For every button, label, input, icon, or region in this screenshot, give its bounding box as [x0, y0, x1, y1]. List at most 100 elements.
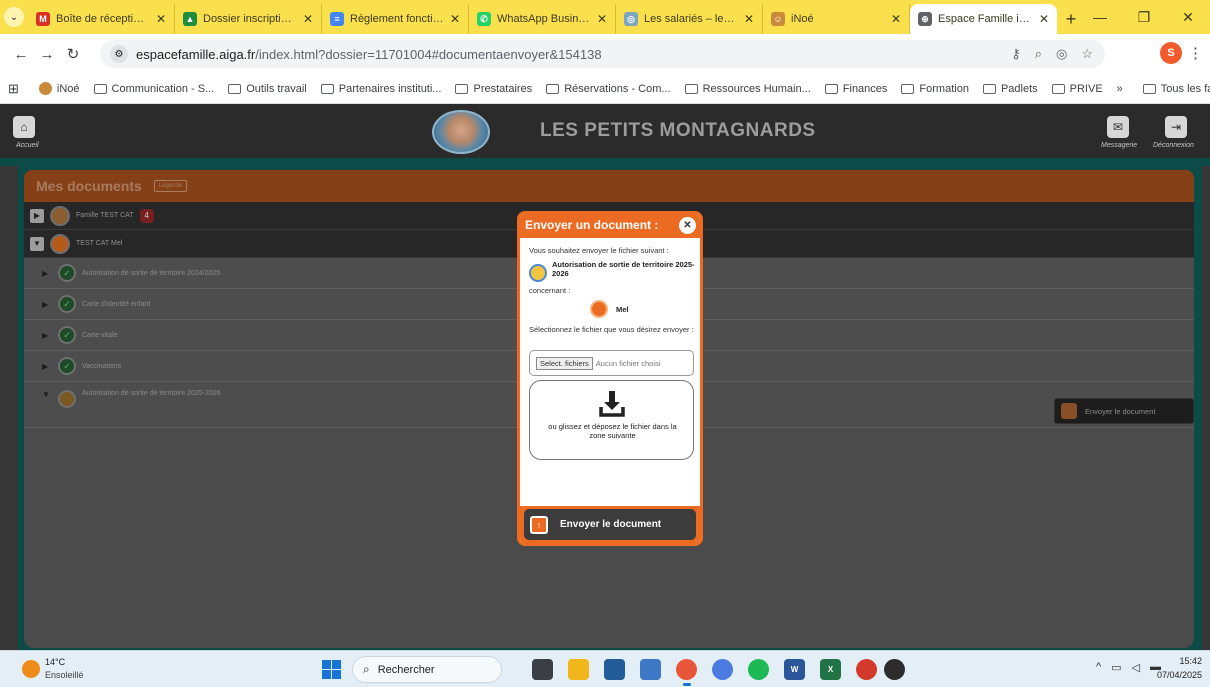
- bookmark-item[interactable]: PRIVE: [1051, 82, 1103, 95]
- close-window-button[interactable]: ✕: [1166, 0, 1210, 34]
- close-icon[interactable]: ✕: [156, 12, 166, 26]
- copilot-icon[interactable]: [712, 659, 733, 680]
- address-bar[interactable]: ⚙ espacefamille.aiga.fr/index.html?dossi…: [100, 40, 1105, 68]
- forward-button[interactable]: →: [34, 41, 60, 67]
- browser-tab[interactable]: ▲ Dossier inscription 20 ✕: [175, 4, 322, 34]
- bookmark-item[interactable]: Réservations - Com...: [546, 82, 671, 95]
- clock-time[interactable]: 15:42: [1150, 656, 1202, 666]
- tab-search-button[interactable]: ⌄: [0, 0, 28, 34]
- clock-date[interactable]: 07/04/2025: [1150, 670, 1202, 680]
- calculator-icon[interactable]: [640, 659, 661, 680]
- all-bookmarks-button[interactable]: Tous les favoris: [1142, 83, 1210, 95]
- tab-label: Dossier inscription 20: [203, 13, 297, 25]
- whatsapp-icon: ✆: [477, 12, 491, 26]
- restore-button[interactable]: ❐: [1122, 0, 1166, 34]
- reload-button[interactable]: ↻: [60, 41, 86, 67]
- taskbar-search[interactable]: ⌕ Rechercher: [352, 656, 502, 683]
- messaging-button[interactable]: ✉: [1107, 116, 1129, 138]
- key-icon[interactable]: ⚷: [1011, 46, 1021, 62]
- start-button[interactable]: [322, 660, 341, 679]
- sun-icon[interactable]: [22, 660, 40, 678]
- legend-button[interactable]: Légende: [153, 180, 188, 192]
- bookmark-star-icon[interactable]: ☆: [1081, 46, 1093, 62]
- store-icon[interactable]: [604, 659, 625, 680]
- chrome-icon[interactable]: [676, 659, 697, 680]
- bookmark-label: PRIVE: [1069, 82, 1103, 95]
- volume-icon[interactable]: ◁: [1132, 661, 1140, 674]
- drop-zone[interactable]: ou glissez et déposez le fichier dans la…: [529, 380, 694, 460]
- bookmark-item[interactable]: Outils travail: [228, 82, 307, 95]
- browser-tab[interactable]: ⊕ Espace Famille iNoe ✕: [910, 4, 1057, 34]
- document-label: Autorisation de sortie de territoire 202…: [82, 269, 221, 277]
- apps-grid-icon[interactable]: ⊞: [8, 81, 19, 97]
- minimize-button[interactable]: —: [1078, 0, 1122, 34]
- select-files-button[interactable]: Select. fichiers: [536, 356, 593, 370]
- expand-icon[interactable]: ▶: [30, 208, 44, 223]
- browser-tab[interactable]: ◎ Les salariés – lespetit ✕: [616, 4, 763, 34]
- document-folder-icon: [529, 264, 547, 282]
- back-button[interactable]: ←: [8, 41, 34, 67]
- excel-icon[interactable]: X: [820, 659, 841, 680]
- globe-icon: ⊕: [918, 12, 932, 26]
- folder-icon: [455, 83, 469, 94]
- search-placeholder: Rechercher: [377, 663, 435, 676]
- site-info-icon[interactable]: ⚙: [110, 45, 128, 63]
- expand-triangle-icon[interactable]: ▶: [42, 362, 52, 371]
- close-icon[interactable]: ✕: [303, 12, 313, 26]
- task-view-icon[interactable]: [532, 659, 553, 680]
- close-icon[interactable]: ✕: [891, 12, 901, 26]
- app-logo: [432, 110, 490, 154]
- close-icon[interactable]: ✕: [450, 12, 460, 26]
- bookmark-item[interactable]: Communication - S...: [93, 82, 214, 95]
- close-icon[interactable]: ✕: [597, 12, 607, 26]
- tab-label: iNoé: [791, 13, 814, 25]
- group-label: TEST CAT Mel: [76, 240, 123, 247]
- bookmark-item[interactable]: Prestataires: [455, 82, 532, 95]
- bookmark-item[interactable]: Formation: [901, 82, 969, 95]
- chevron-up-icon[interactable]: ^: [1096, 661, 1101, 674]
- send-document-button[interactable]: ↑ Envoyer le document: [524, 509, 696, 540]
- file-explorer-icon[interactable]: [568, 659, 589, 680]
- browser-tab[interactable]: ✆ WhatsApp Business ✕: [469, 4, 616, 34]
- browser-tab[interactable]: M Boîte de réception (2 ✕: [28, 4, 175, 34]
- bookmark-item[interactable]: Padlets: [982, 82, 1038, 95]
- child-avatar: [590, 300, 608, 318]
- modal-header: Envoyer un document : ✕: [520, 214, 700, 238]
- close-icon[interactable]: ✕: [744, 12, 754, 26]
- logout-button[interactable]: ⇥: [1165, 116, 1187, 138]
- folder-icon: [901, 83, 915, 94]
- expand-triangle-icon[interactable]: ▶: [42, 331, 52, 340]
- network-icon[interactable]: ▭: [1111, 661, 1121, 674]
- windows-taskbar: 14°C Ensoleillé ⌕ Rechercher W X ^ ▭ ◁ ▬…: [0, 650, 1210, 687]
- expand-triangle-icon[interactable]: ▶: [42, 269, 52, 278]
- browser-tab[interactable]: ☺ iNoé ✕: [763, 4, 910, 34]
- folder-icon: [684, 83, 698, 94]
- bookmark-item[interactable]: Partenaires instituti...: [320, 82, 441, 95]
- spotify-icon[interactable]: [748, 659, 769, 680]
- bookmark-item[interactable]: Ressources Humain...: [684, 82, 811, 95]
- profile-avatar[interactable]: S: [1160, 42, 1182, 64]
- bookmark-item[interactable]: Finances: [824, 82, 887, 95]
- eye-off-icon[interactable]: ◎: [1056, 46, 1067, 62]
- home-label: Accueil: [16, 142, 39, 149]
- modal-footer: ↑ Envoyer le document: [520, 506, 700, 543]
- bookmarks-bar: ⊞ iNoé Communication - S... Outils travail…: [0, 74, 1210, 104]
- expand-triangle-icon[interactable]: ▶: [42, 300, 52, 309]
- ccleaner-icon[interactable]: [856, 659, 877, 680]
- menu-kebab-icon[interactable]: ⋮: [1188, 44, 1203, 62]
- close-icon[interactable]: ✕: [1039, 12, 1049, 26]
- close-icon[interactable]: ✕: [679, 217, 696, 234]
- bookmarks-more-button[interactable]: »: [1117, 83, 1123, 95]
- send-document-label: Envoyer le document: [560, 519, 662, 530]
- home-button[interactable]: ⌂: [13, 116, 35, 138]
- browser-tab[interactable]: ≡ Règlement fonctionn ✕: [322, 4, 469, 34]
- collapse-icon[interactable]: ▼: [30, 236, 44, 251]
- file-input[interactable]: Select. fichiers Aucun fichier choisi: [529, 350, 694, 376]
- zoom-icon[interactable]: ⌕: [1035, 46, 1042, 62]
- bookmark-item[interactable]: iNoé: [38, 82, 80, 95]
- chatgpt-icon[interactable]: [884, 659, 905, 680]
- word-icon[interactable]: W: [784, 659, 805, 680]
- collapse-triangle-icon[interactable]: ▼: [42, 390, 52, 399]
- row-send-document-button[interactable]: Envoyer le document: [1054, 398, 1194, 424]
- select-prompt: Sélectionnez le fichier que vous désirez…: [529, 325, 694, 334]
